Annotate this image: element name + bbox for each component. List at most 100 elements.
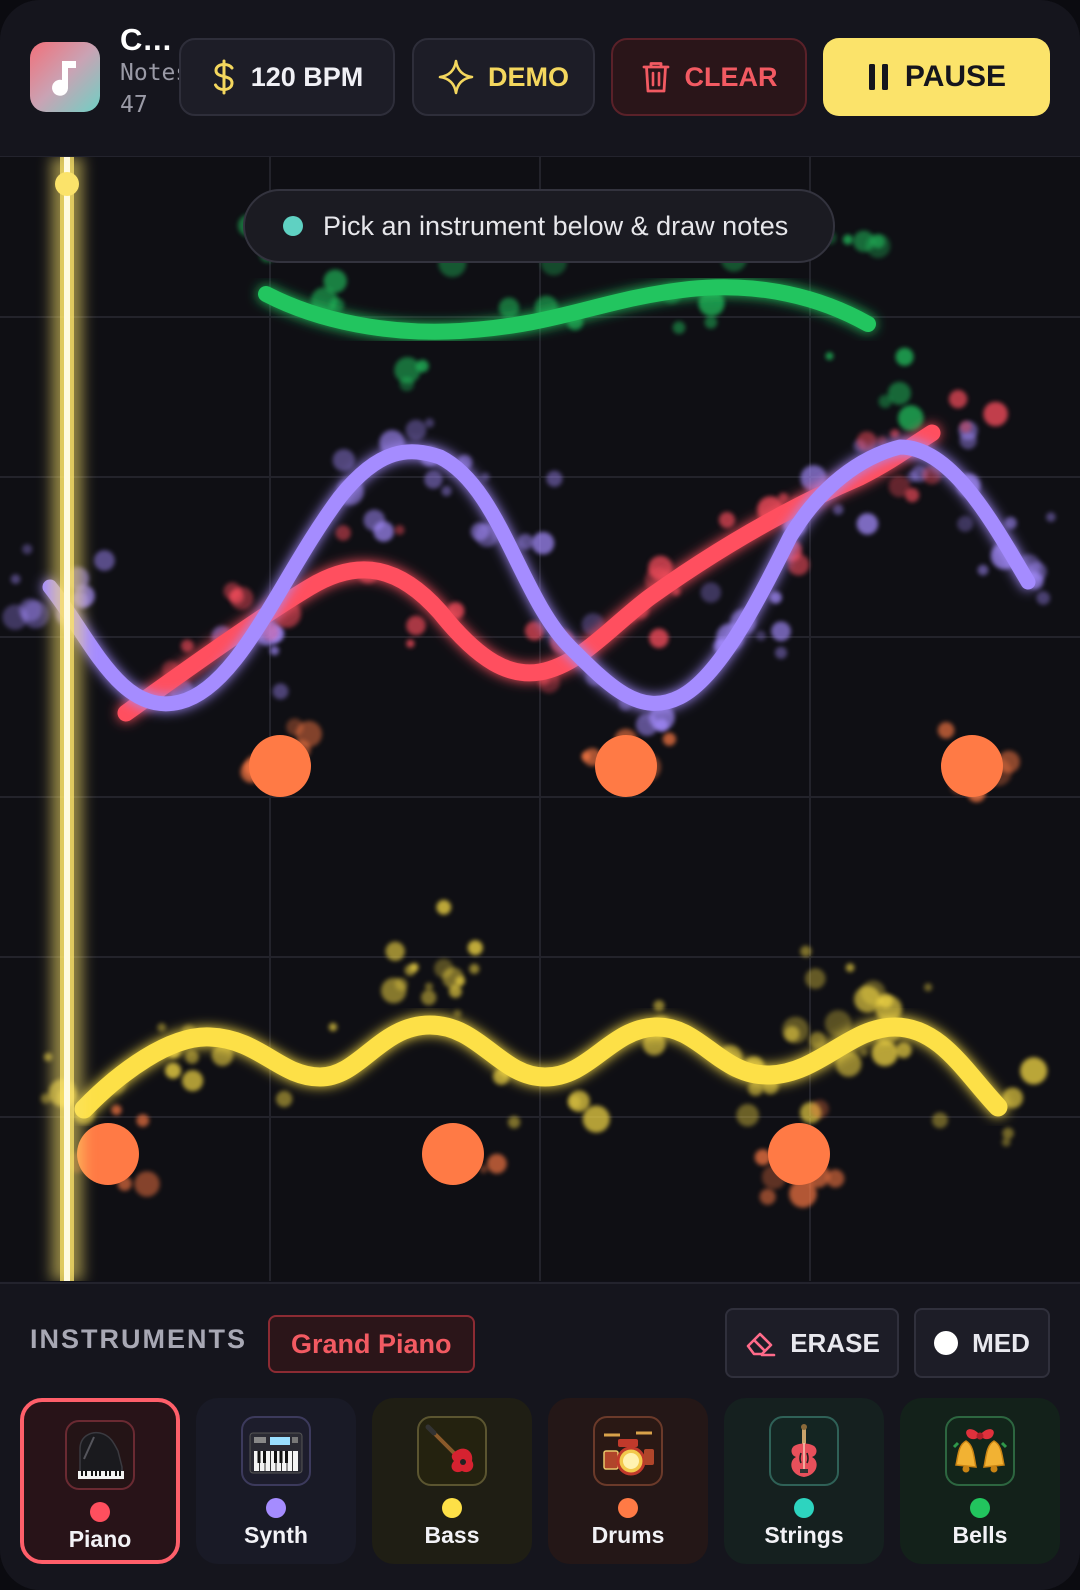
instruments-heading: INSTRUMENTS xyxy=(30,1324,247,1354)
particle xyxy=(771,621,791,642)
hint-dot xyxy=(283,216,303,236)
drawing-canvas[interactable]: Pick an instrument below & draw notes xyxy=(0,157,1080,1281)
particle xyxy=(507,1116,521,1129)
particle xyxy=(531,531,555,555)
particle xyxy=(897,405,924,432)
clear-button[interactable]: CLEAR xyxy=(611,38,807,116)
canvas-svg xyxy=(0,157,1080,1281)
particle xyxy=(394,357,421,384)
erase-button[interactable]: ERASE xyxy=(725,1308,899,1378)
synth-label: Synth xyxy=(244,1522,308,1548)
notes-count: 47 xyxy=(120,92,148,118)
particle xyxy=(977,564,989,576)
clear-label: CLEAR xyxy=(684,61,778,92)
instrument-drums[interactable]: Drums xyxy=(548,1398,708,1564)
particle xyxy=(635,713,659,736)
title-block: C... Notes 47 xyxy=(120,22,180,118)
sparkle-icon xyxy=(438,59,474,95)
selected-instrument-badge: Grand Piano xyxy=(268,1315,475,1373)
particle xyxy=(718,511,736,529)
particle xyxy=(405,419,427,441)
particle xyxy=(937,722,955,739)
particle xyxy=(1020,1057,1048,1085)
particle xyxy=(111,1104,122,1116)
particle xyxy=(394,525,405,535)
bass-guitar-icon xyxy=(417,1416,487,1486)
particle xyxy=(332,449,355,472)
particle xyxy=(842,234,854,245)
instrument-bass[interactable]: Bass xyxy=(372,1398,532,1564)
particle xyxy=(905,488,920,503)
bpm-label: 120 BPM xyxy=(250,61,364,92)
particle xyxy=(165,1062,182,1079)
brush-size-dot xyxy=(934,1331,959,1355)
demo-label: DEMO xyxy=(488,61,569,92)
pause-button[interactable]: PAUSE xyxy=(823,38,1050,116)
particle xyxy=(769,591,782,604)
particle xyxy=(10,574,21,585)
particle xyxy=(469,963,480,975)
particle xyxy=(1046,512,1056,522)
particle xyxy=(180,639,194,653)
particle xyxy=(887,381,912,405)
particle xyxy=(845,963,855,972)
pause-icon xyxy=(868,64,888,90)
particle xyxy=(272,683,289,700)
particle xyxy=(94,550,115,571)
header-bar: C... Notes 47 120 BPM DEMO CLEAR xyxy=(0,0,1080,158)
particle xyxy=(805,968,826,989)
particle xyxy=(424,418,435,428)
strings-label: Strings xyxy=(764,1522,844,1548)
erase-label: ERASE xyxy=(790,1327,880,1358)
piano-label: Piano xyxy=(68,1526,132,1552)
particle xyxy=(410,962,419,972)
particle xyxy=(983,401,1008,427)
playhead xyxy=(51,157,83,1281)
particle xyxy=(1004,516,1017,530)
particle xyxy=(567,1095,582,1109)
particle xyxy=(1002,1127,1014,1140)
particle xyxy=(546,470,563,487)
particle xyxy=(498,297,520,319)
piano-color-dot xyxy=(90,1502,110,1522)
particle xyxy=(136,1114,150,1127)
instrument-piano[interactable]: Piano xyxy=(20,1398,180,1564)
particle xyxy=(329,297,345,313)
demo-button[interactable]: DEMO xyxy=(412,38,595,116)
brush-size-label: MED xyxy=(972,1327,1030,1358)
app-window: C... Notes 47 120 BPM DEMO CLEAR xyxy=(0,0,1080,1590)
particle xyxy=(406,615,426,636)
particle xyxy=(524,621,545,641)
particle xyxy=(948,389,968,409)
particle xyxy=(866,233,891,259)
particle xyxy=(395,977,408,991)
particle xyxy=(453,1009,462,1018)
bpm-button[interactable]: 120 BPM xyxy=(179,38,395,116)
bass-color-dot xyxy=(442,1498,462,1518)
instrument-synth[interactable]: Synth xyxy=(196,1398,356,1564)
brush-size-button[interactable]: MED xyxy=(914,1308,1050,1378)
synth-keyboard-icon xyxy=(241,1416,311,1486)
bells-label: Bells xyxy=(952,1522,1008,1548)
particle xyxy=(328,1022,338,1032)
particle xyxy=(1001,1137,1011,1147)
particle xyxy=(487,1153,507,1174)
particle xyxy=(323,269,347,293)
particle xyxy=(825,352,834,361)
particle xyxy=(230,586,254,610)
strings-color-dot xyxy=(794,1498,814,1518)
drum-kit-icon xyxy=(593,1416,663,1486)
particle xyxy=(424,982,434,991)
particle xyxy=(481,472,490,482)
particle xyxy=(784,1026,800,1042)
particle xyxy=(441,485,452,497)
instrument-strings[interactable]: Strings xyxy=(724,1398,884,1564)
particle xyxy=(800,945,812,958)
particle xyxy=(582,1105,610,1133)
instrument-bells[interactable]: Bells xyxy=(900,1398,1060,1564)
particle xyxy=(421,989,437,1006)
strings-stroke xyxy=(258,279,876,340)
drums-color-dot xyxy=(618,1498,638,1518)
particle xyxy=(436,899,452,915)
particle xyxy=(185,1050,199,1064)
